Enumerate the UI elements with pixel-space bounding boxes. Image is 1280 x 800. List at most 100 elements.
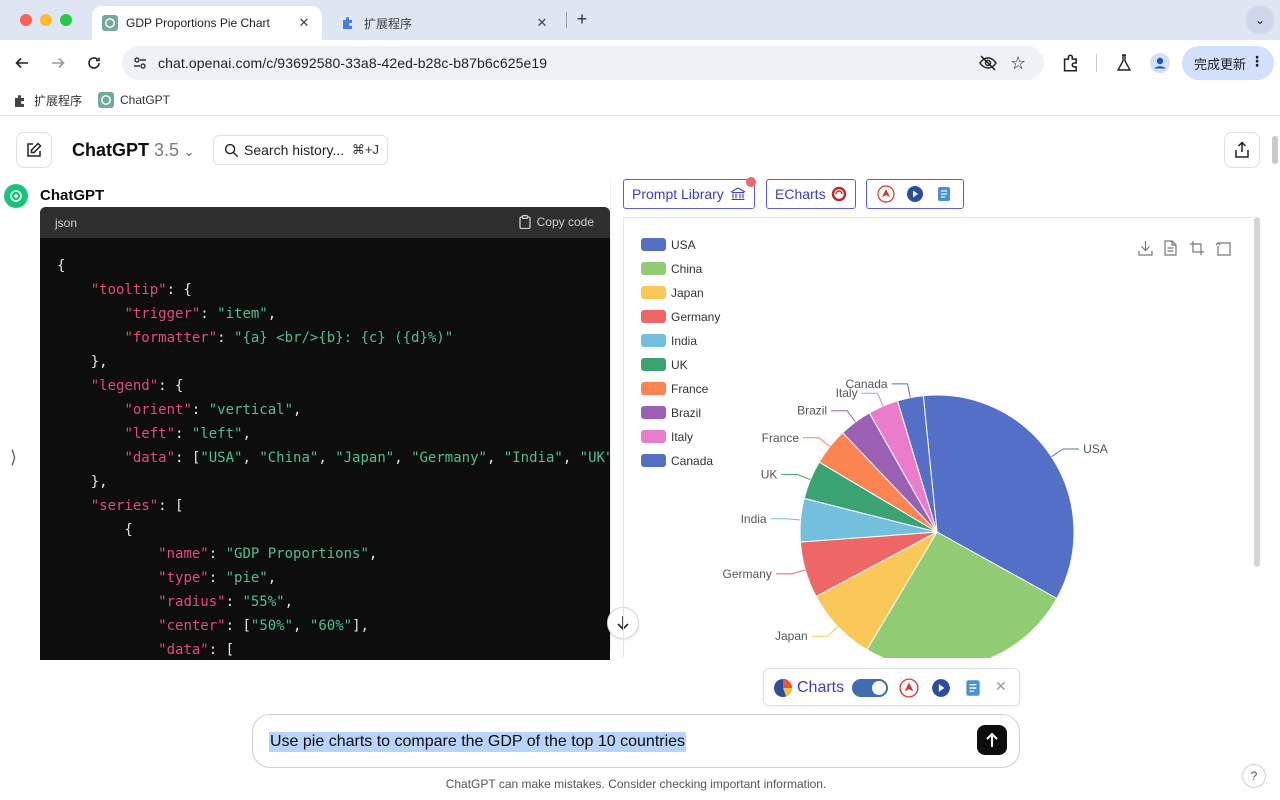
forward-arrow-icon[interactable] <box>47 52 69 74</box>
search-history-button[interactable]: Search history... ⌘+J <box>213 135 388 165</box>
legend-label-brazil[interactable]: Brazil <box>671 406 701 420</box>
puzzle-icon <box>12 93 28 109</box>
rocket-app-icon[interactable] <box>877 185 895 203</box>
code-header: json Copy code <box>40 207 610 238</box>
legend-swatch-italy[interactable] <box>641 430 666 443</box>
share-button[interactable] <box>1224 132 1260 168</box>
sidebar-toggle-icon[interactable]: ⟩ <box>10 447 17 468</box>
pie-chart[interactable]: USA China Japan Germany India UK France Brazil I… <box>624 218 1254 685</box>
chart-scrollbar[interactable] <box>1254 217 1260 567</box>
legend-label-italy[interactable]: Italy <box>671 430 693 444</box>
eye-slash-icon[interactable] <box>978 54 998 77</box>
legend-label-usa[interactable]: USA <box>671 238 696 252</box>
legend-swatch-canada[interactable] <box>641 454 666 467</box>
legend-swatch-germany[interactable] <box>641 310 666 323</box>
model-version: 3.5 <box>154 140 180 160</box>
pie-label-canada: Canada <box>846 377 888 391</box>
copy-code-label: Copy code <box>536 215 594 229</box>
data-view-icon[interactable] <box>1161 239 1179 257</box>
echarts-logo-icon <box>831 186 846 202</box>
legend-swatch-india[interactable] <box>641 334 666 347</box>
legend-swatch-japan[interactable] <box>641 286 666 299</box>
code-content[interactable]: { "tooltip": { "trigger": "item", "forma… <box>40 238 610 660</box>
play-icon[interactable] <box>906 185 924 203</box>
panel-divider <box>610 181 611 651</box>
legend-label-japan[interactable]: Japan <box>671 286 704 300</box>
bookmark-chatgpt[interactable]: ChatGPT <box>98 92 170 108</box>
pie-label-uk: UK <box>761 467 778 481</box>
site-settings-icon[interactable] <box>132 55 148 76</box>
echarts-preview-panel: USA China Japan Germany India UK France Brazil I… <box>623 217 1254 685</box>
share-icon <box>1235 141 1249 158</box>
model-selector[interactable]: ChatGPT 3.5 ⌄ <box>72 140 194 161</box>
prompt-library-button[interactable]: Prompt Library <box>623 179 755 209</box>
pie-label-india: India <box>741 512 767 526</box>
minimize-window-button[interactable] <box>40 14 52 26</box>
address-bar[interactable]: chat.openai.com/c/93692580-33a8-42ed-b28… <box>122 46 1044 80</box>
document-app-icon[interactable] <box>963 678 983 698</box>
play-icon[interactable] <box>931 678 951 698</box>
close-icon[interactable]: ✕ <box>534 15 550 31</box>
tab-search-button[interactable]: ⌄ <box>1246 6 1274 34</box>
charts-logo-icon <box>774 679 792 697</box>
bookmarks-bar: 扩展程序 ChatGPT <box>0 86 1280 116</box>
message-composer[interactable]: Use pie charts to compare the GDP of the… <box>252 714 1020 768</box>
model-name: ChatGPT <box>72 140 150 160</box>
disclaimer-text: ChatGPT can make mistakes. Consider chec… <box>445 777 827 791</box>
pie-label-line <box>781 473 811 481</box>
update-button[interactable]: 完成更新 ⋮ <box>1182 46 1274 80</box>
rocket-app-icon[interactable] <box>899 678 919 698</box>
new-tab-button[interactable]: + <box>572 9 592 29</box>
pie-label-japan: Japan <box>775 629 808 643</box>
send-button[interactable] <box>977 725 1007 755</box>
star-icon[interactable]: ☆ <box>1010 53 1026 74</box>
crop-icon[interactable] <box>1188 239 1206 257</box>
edit-icon <box>27 142 42 157</box>
echarts-button[interactable]: ECharts <box>766 179 856 209</box>
bookmark-label: 扩展程序 <box>34 94 83 108</box>
toolbar-divider <box>1096 54 1097 72</box>
url-text: chat.openai.com/c/93692580-33a8-42ed-b28… <box>158 55 548 71</box>
bookmark-label: ChatGPT <box>120 93 171 107</box>
document-app-icon[interactable] <box>935 185 953 203</box>
legend-label-china[interactable]: China <box>671 262 703 276</box>
legend-label-france[interactable]: France <box>671 382 709 396</box>
legend-swatch-usa[interactable] <box>641 238 666 251</box>
legend-swatch-uk[interactable] <box>641 358 666 371</box>
legend-swatch-france[interactable] <box>641 382 666 395</box>
legend-label-germany[interactable]: Germany <box>671 310 720 324</box>
page-scrollbar[interactable] <box>1272 136 1278 164</box>
legend-swatch-china[interactable] <box>641 262 666 275</box>
flask-icon[interactable] <box>1113 52 1135 74</box>
bookmark-extensions[interactable]: 扩展程序 <box>12 92 82 109</box>
close-icon[interactable]: ✕ <box>995 678 1007 695</box>
code-language: json <box>55 215 78 230</box>
charts-toggle[interactable] <box>852 679 888 697</box>
legend-label-india[interactable]: India <box>671 334 697 348</box>
tab-gdp-pie-chart[interactable]: GDP Proportions Pie Chart ✕ <box>92 6 322 40</box>
help-button[interactable]: ? <box>1242 764 1266 788</box>
tab-extensions[interactable]: 扩展程序 ✕ <box>330 6 560 40</box>
legend-swatch-brazil[interactable] <box>641 406 666 419</box>
close-icon[interactable]: ✕ <box>296 15 312 31</box>
close-window-button[interactable] <box>20 14 32 26</box>
update-label: 完成更新 <box>1194 56 1247 72</box>
pie-label-line <box>891 383 911 398</box>
download-icon[interactable] <box>1136 239 1154 257</box>
pie-label-line <box>831 410 856 423</box>
chatgpt-avatar <box>4 184 28 208</box>
pie-label-line <box>770 518 801 521</box>
new-chat-button[interactable] <box>16 132 52 168</box>
extensions-icon[interactable] <box>1060 52 1082 74</box>
prompt-library-label: Prompt Library <box>632 186 724 202</box>
restore-icon[interactable] <box>1214 239 1232 257</box>
composer-input[interactable]: Use pie charts to compare the GDP of the… <box>269 732 687 752</box>
maximize-window-button[interactable] <box>60 14 72 26</box>
reload-icon[interactable] <box>83 52 105 74</box>
legend-label-canada[interactable]: Canada <box>671 454 713 468</box>
legend-label-uk[interactable]: UK <box>671 358 688 372</box>
profile-icon[interactable] <box>1149 52 1171 74</box>
search-history-label: Search history... <box>244 142 345 158</box>
copy-code-button[interactable]: Copy code <box>518 215 594 229</box>
back-arrow-icon[interactable] <box>11 52 33 74</box>
